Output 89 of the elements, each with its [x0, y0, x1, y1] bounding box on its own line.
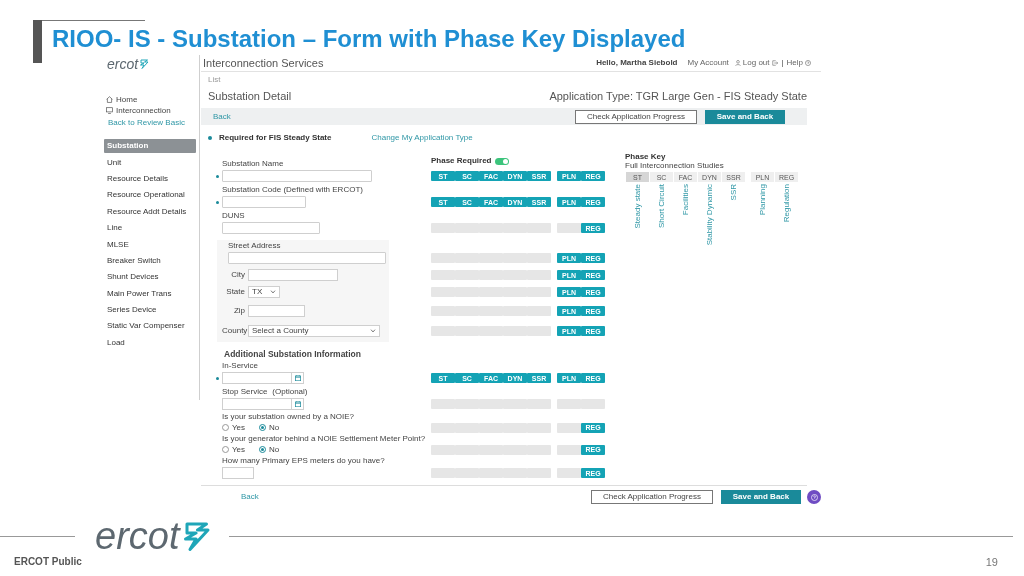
- select-field[interactable]: TX: [248, 286, 280, 298]
- progress-button[interactable]: Check Application Progress: [591, 490, 713, 504]
- key-label: Planning: [758, 184, 767, 216]
- radio-option[interactable]: No: [259, 445, 280, 454]
- home-icon: [106, 96, 113, 103]
- help-button[interactable]: [807, 490, 821, 504]
- save-button[interactable]: Save and Back: [705, 109, 785, 124]
- input-field[interactable]: [228, 252, 386, 264]
- page-title: Substation Detail: [208, 89, 292, 105]
- radio-option[interactable]: No: [259, 423, 280, 432]
- field-label: In-Service: [222, 362, 258, 370]
- user-icon: [734, 60, 741, 66]
- back-link[interactable]: Back: [241, 491, 259, 503]
- key-label: SSR: [729, 184, 738, 201]
- key-label: Stability Dynamic: [705, 184, 714, 246]
- select-field[interactable]: Select a County: [248, 325, 380, 337]
- section-title: Additional Substation Information: [224, 349, 361, 358]
- logo-wordmark: ercot: [107, 56, 139, 71]
- input-field[interactable]: [248, 305, 305, 317]
- slide-title: RIOO- IS - Substation – Form with Phase Key Displayed: [52, 27, 686, 51]
- input-field[interactable]: [222, 222, 320, 234]
- logout-icon: [771, 60, 778, 66]
- lightning-icon: [181, 521, 212, 551]
- app-title: Interconnection Services: [203, 57, 324, 69]
- date-field[interactable]: [222, 372, 304, 384]
- radio-option[interactable]: Yes: [222, 445, 246, 454]
- save-button[interactable]: Save and Back: [721, 490, 801, 504]
- back-link[interactable]: Back to Review Basic: [106, 116, 199, 129]
- required-note: Required for FIS Steady State: [219, 131, 332, 144]
- key-label: Short Circuit: [657, 184, 666, 228]
- toggle-switch[interactable]: [495, 157, 510, 165]
- monitor-icon: [106, 107, 113, 114]
- logo-wordmark: ercot: [95, 517, 180, 555]
- chevron-icon: [370, 329, 376, 333]
- account-link[interactable]: My Account: [687, 57, 729, 69]
- input-field[interactable]: [222, 467, 254, 479]
- nav-link[interactable]: Home: [106, 94, 199, 105]
- calendar-icon: [294, 375, 301, 381]
- sidebar-item[interactable]: Series Device: [104, 303, 196, 318]
- progress-button[interactable]: Check Application Progress: [575, 109, 697, 124]
- chevron-icon: [270, 290, 276, 294]
- field-label: How many Primary EPS meters do you have?: [222, 457, 386, 465]
- key-label: Facilities: [681, 184, 690, 216]
- change-type-link[interactable]: Change My Application Type: [371, 131, 473, 144]
- sidebar-item[interactable]: Resource Operational: [104, 188, 196, 203]
- field-label: Stop Service: [222, 388, 268, 396]
- input-field[interactable]: [222, 196, 306, 208]
- radio-option[interactable]: Yes: [222, 423, 246, 432]
- key-subtitle: Full Interconnection Studies: [625, 162, 725, 170]
- field-label: County: [222, 327, 248, 335]
- accent-bar: [33, 20, 42, 63]
- calendar-icon: [294, 401, 301, 407]
- nav-link[interactable]: Interconnection: [106, 105, 199, 116]
- page-number: 19: [985, 555, 998, 570]
- field-label: State: [225, 288, 246, 296]
- field-label: Street Address: [228, 242, 282, 250]
- help-link[interactable]: Help: [786, 57, 803, 69]
- input-field[interactable]: [222, 170, 372, 182]
- field-label: Phase Required: [431, 157, 492, 165]
- field-label: Is your substation owned by a NOIE?: [222, 413, 356, 421]
- user-greeting: Hello, Martha Siebold: [596, 57, 678, 69]
- help-icon: [805, 60, 811, 66]
- sidebar-item[interactable]: Resource Addt Details: [104, 204, 196, 219]
- sidebar-item[interactable]: Unit: [104, 155, 196, 170]
- sidebar-item[interactable]: Shunt Devices: [104, 270, 196, 285]
- date-field[interactable]: [222, 398, 304, 410]
- sidebar-item[interactable]: MLSE: [104, 237, 196, 252]
- field-label: (Optional): [272, 388, 308, 396]
- sidebar-item[interactable]: Load: [104, 335, 196, 350]
- field-label: Substation Code (Defined with ERCOT): [222, 186, 364, 194]
- sidebar-item[interactable]: Resource Details: [104, 171, 196, 186]
- lightning-icon: [139, 58, 150, 69]
- key-label: Steady state: [633, 184, 642, 229]
- key-label: Regulation: [782, 184, 791, 223]
- logout-link[interactable]: Log out: [742, 57, 770, 69]
- sidebar-item[interactable]: Line: [104, 221, 196, 236]
- input-field[interactable]: [248, 269, 338, 281]
- field-label: City: [230, 271, 246, 279]
- field-label: Is your generator behind a NOIE Settlement Meter Point?: [222, 435, 427, 443]
- field-label: Zip: [232, 307, 246, 315]
- sidebar-item[interactable]: Static Var Compenser: [104, 319, 196, 334]
- help-icon: [810, 493, 818, 501]
- sidebar-item[interactable]: Breaker Switch: [104, 253, 196, 268]
- sidebar-item[interactable]: Main Power Trans: [104, 286, 196, 301]
- key-title: Phase Key: [625, 153, 667, 161]
- footer-label: ERCOT Public: [14, 555, 82, 569]
- field-label: Substation Name: [222, 160, 285, 168]
- field-label: DUNS: [222, 212, 246, 220]
- application-type: Application Type: TGR Large Gen - FIS Steady State: [549, 89, 807, 105]
